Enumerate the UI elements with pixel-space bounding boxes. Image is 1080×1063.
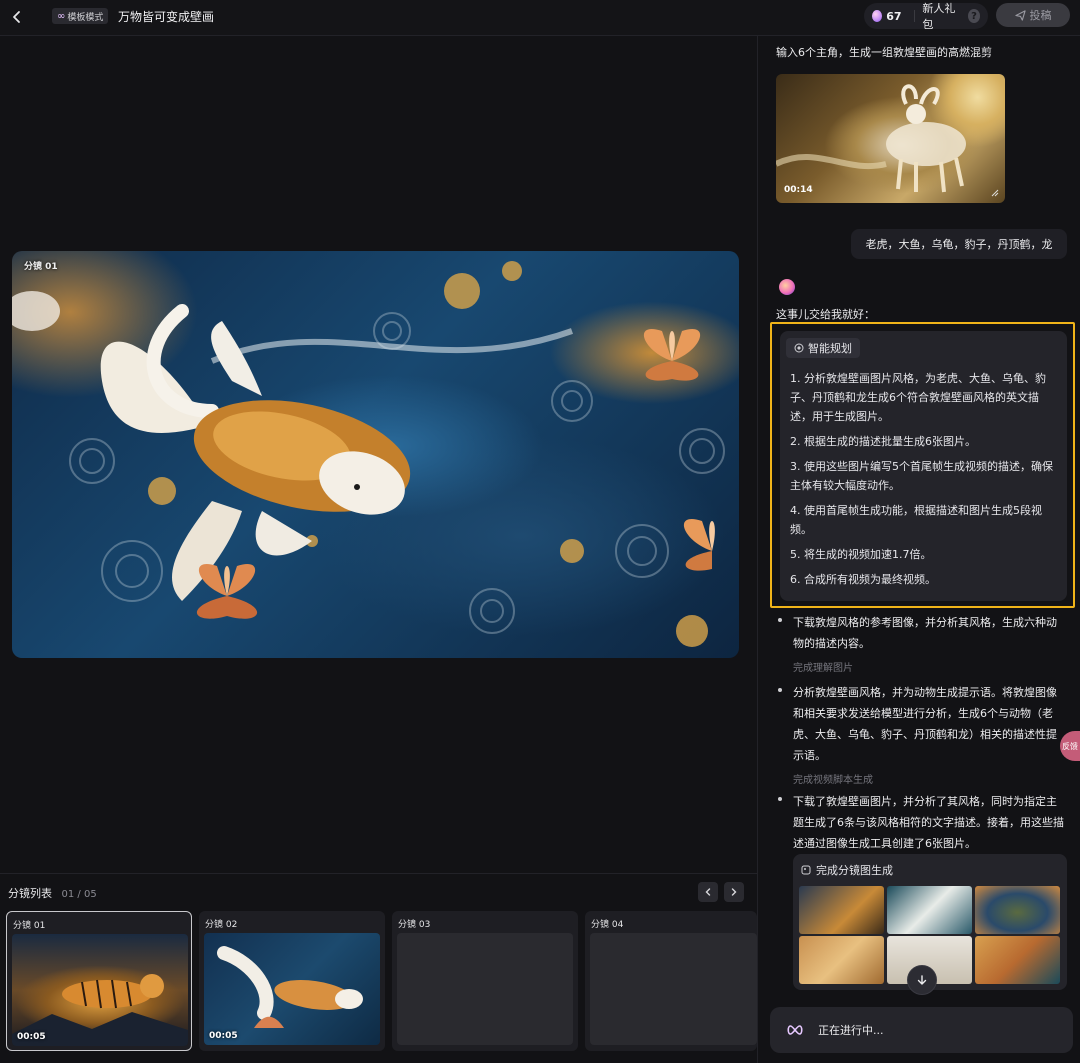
- card-label: 分镜 01: [13, 921, 46, 931]
- generated-image-dragon[interactable]: [975, 936, 1060, 984]
- storyboard-header: 分镜列表 01 / 05: [8, 885, 97, 901]
- plan-item: 5. 将生成的视频加速1.7倍。: [790, 548, 932, 561]
- submit-button[interactable]: 投稿: [996, 3, 1070, 27]
- mode-badge: ∞ 模板模式: [52, 8, 109, 24]
- submit-label: 投稿: [1029, 9, 1052, 22]
- card-label: 分镜 04: [591, 920, 624, 930]
- plan-item: 6. 合成所有视频为最终视频。: [790, 573, 936, 586]
- credits-pill[interactable]: 67 新人礼包 ?: [864, 0, 988, 32]
- step-item-2: 分析敦煌壁画风格，并为动物生成提示语。将敦煌图像和相关要求发送给模型进行分析，生…: [776, 682, 1066, 786]
- page-title: 万物皆可变成壁画: [118, 10, 215, 24]
- top-bar: ∞ 模板模式 万物皆可变成壁画 67 新人礼包 ? 投稿: [0, 0, 1080, 36]
- panel-divider: [757, 36, 758, 1063]
- plan-item: 4. 使用首尾帧生成功能，根据描述和图片生成5段视频。: [790, 504, 1042, 536]
- credit-count: 67: [886, 9, 902, 23]
- plan-card: 智能规划 1. 分析敦煌壁画图片风格，为老虎、大鱼、乌龟、豹子、丹顶鹤和龙生成6…: [780, 331, 1067, 601]
- koi-thumbnail: 00:05: [204, 933, 380, 1045]
- gen-tag-label: 完成分镜图生成: [816, 864, 893, 877]
- plan-item: 3. 使用这些图片编写5个首尾帧生成视频的描述，确保主体有较大幅度动作。: [790, 460, 1053, 492]
- preview-label: 分镜 01: [24, 262, 58, 272]
- bullet-icon: [778, 618, 782, 622]
- gift-label[interactable]: 新人礼包: [922, 0, 960, 32]
- reference-video-thumbnail[interactable]: 00:14: [776, 74, 1005, 203]
- chevron-right-icon: [731, 888, 737, 896]
- image-gen-icon: [801, 865, 811, 875]
- plan-tag: 智能规划: [786, 338, 860, 358]
- scroll-down-button[interactable]: [907, 965, 937, 995]
- infinity-icon: ∞: [57, 10, 66, 22]
- step-text: 下载了敦煌壁画图片，并分析了其风格，同时为指定主题生成了6条与该风格相符的文字描…: [793, 795, 1064, 850]
- storyboard-title: 分镜列表: [8, 887, 52, 900]
- expand-icon[interactable]: [991, 189, 999, 197]
- step-text: 下载敦煌风格的参考图像，并分析其风格，生成六种动物的描述内容。: [793, 616, 1057, 650]
- ai-avatar-icon: [779, 279, 795, 295]
- video-duration: 00:14: [784, 185, 813, 195]
- goat-illustration: [776, 84, 966, 193]
- help-icon[interactable]: ?: [968, 9, 980, 23]
- tiger-illustration: [12, 974, 188, 1046]
- tiger-thumbnail: 00:05: [12, 934, 188, 1046]
- card-duration: 00:05: [17, 1032, 46, 1042]
- arrow-down-icon: [917, 975, 927, 985]
- card-label: 分镜 02: [205, 920, 238, 930]
- bullet-icon: [778, 688, 782, 692]
- chevron-left-icon: [13, 11, 20, 23]
- credit-gem-icon: [872, 10, 883, 22]
- step-text: 分析敦煌壁画风格，并为动物生成提示语。将敦煌图像和相关要求发送给模型进行分析，生…: [793, 686, 1057, 762]
- storyboard-card-3[interactable]: 分镜 03: [392, 911, 578, 1051]
- generated-image-crane[interactable]: [887, 886, 972, 934]
- send-icon: [1014, 9, 1026, 21]
- storyboard-prev-button[interactable]: [698, 882, 718, 902]
- step-status: 完成视频脚本生成: [793, 775, 873, 786]
- user-message-bubble: 老虎，大鱼，乌龟，豹子，丹顶鹤，龙: [851, 229, 1067, 259]
- step-item-1: 下载敦煌风格的参考图像，并分析其风格，生成六种动物的描述内容。 完成理解图片: [776, 612, 1066, 674]
- storyboard-next-button[interactable]: [724, 882, 744, 902]
- storyboard-count: 01 / 05: [61, 889, 97, 900]
- chevron-left-icon: [705, 888, 711, 896]
- storyboard-card-2[interactable]: 分镜 02 00:05: [199, 911, 385, 1051]
- mode-label: 模板模式: [67, 12, 104, 23]
- storyboard-divider: [0, 873, 757, 874]
- koi-mural-illustration: [12, 261, 725, 647]
- step-status: 完成理解图片: [793, 663, 853, 674]
- storyboard-card-1[interactable]: 分镜 01 00:05: [6, 911, 192, 1051]
- plan-list: 1. 分析敦煌壁画图片风格，为老虎、大鱼、乌龟、豹子、丹顶鹤和龙生成6个符合敦煌…: [790, 369, 1060, 595]
- gen-tag: 完成分镜图生成: [801, 862, 893, 878]
- generated-image-leopard[interactable]: [799, 936, 884, 984]
- progress-label: 正在进行中...: [818, 1024, 884, 1037]
- user-prompt: 输入6个主角，生成一组敦煌壁画的高燃混剪: [776, 46, 992, 59]
- bullet-icon: [778, 797, 782, 801]
- card-label: 分镜 03: [398, 920, 431, 930]
- divider: [913, 10, 915, 22]
- empty-thumbnail: [590, 933, 757, 1045]
- back-button[interactable]: [6, 6, 28, 28]
- loading-infinity-icon: [787, 1025, 803, 1035]
- plan-item: 1. 分析敦煌壁画图片风格，为老虎、大鱼、乌龟、豹子、丹顶鹤和龙生成6个符合敦煌…: [790, 372, 1046, 423]
- card-duration: 00:05: [209, 1031, 238, 1041]
- ai-intro-text: 这事儿交给我就好：: [776, 308, 875, 321]
- main-preview-image: 分镜 01: [12, 251, 739, 658]
- generated-image-turtle[interactable]: [975, 886, 1060, 934]
- plan-item: 2. 根据生成的描述批量生成6张图片。: [790, 435, 976, 448]
- plan-highlight-box: 智能规划 1. 分析敦煌壁画图片风格，为老虎、大鱼、乌龟、豹子、丹顶鹤和龙生成6…: [770, 322, 1075, 608]
- storyboard-card-4[interactable]: 分镜 04: [585, 911, 757, 1051]
- generated-image-tiger[interactable]: [799, 886, 884, 934]
- empty-thumbnail: [397, 933, 573, 1045]
- plan-tag-label: 智能规划: [808, 342, 852, 355]
- progress-status-bar: 正在进行中...: [770, 1007, 1073, 1053]
- koi-illustration: [217, 946, 363, 1028]
- step-item-3: 下载了敦煌壁画图片，并分析了其风格，同时为指定主题生成了6条与该风格相符的文字描…: [776, 791, 1066, 854]
- planning-icon: [794, 343, 804, 353]
